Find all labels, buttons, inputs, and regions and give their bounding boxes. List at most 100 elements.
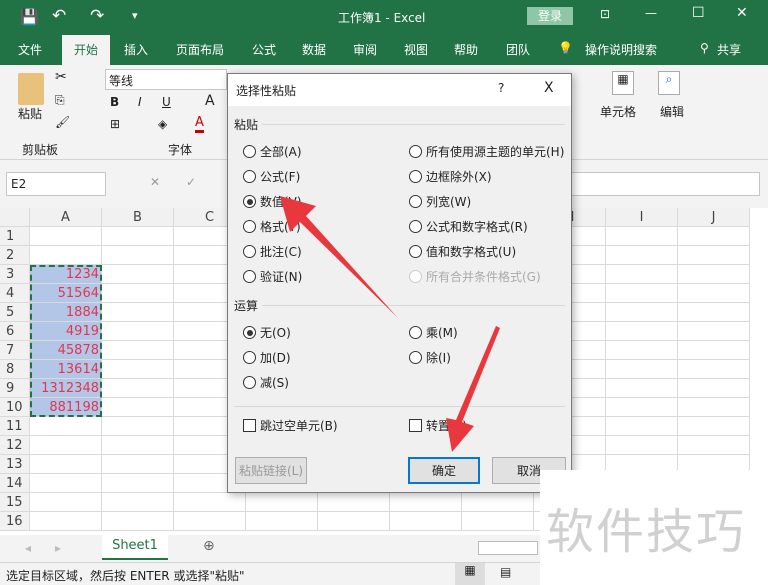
column-header-B[interactable]: B	[102, 208, 174, 227]
cell-I12[interactable]	[606, 436, 678, 455]
row-header-11[interactable]: 11	[0, 417, 30, 436]
column-header-I[interactable]: I	[606, 208, 678, 227]
enter-formula-icon[interactable]: ✓	[186, 175, 196, 189]
save-icon[interactable]: 💾	[20, 8, 39, 26]
option-paste-right-5[interactable]: 所有合并条件格式(G)	[409, 268, 541, 285]
cell-A12[interactable]	[30, 436, 102, 455]
row-header-9[interactable]: 9	[0, 379, 30, 398]
cell-I8[interactable]	[606, 360, 678, 379]
cell-B16[interactable]	[102, 512, 174, 531]
redo-icon[interactable]: ↷	[90, 6, 104, 26]
cell-B14[interactable]	[102, 474, 174, 493]
option-paste-left-3[interactable]: 格式(T)	[243, 218, 301, 235]
cell-J7[interactable]	[678, 341, 750, 360]
ribbon-display-icon[interactable]: ⊡	[600, 7, 610, 21]
cell-I9[interactable]	[606, 379, 678, 398]
cell-B1[interactable]	[102, 227, 174, 246]
bold-button[interactable]: B	[110, 95, 119, 109]
cell-A13[interactable]	[30, 455, 102, 474]
column-header-A[interactable]: A	[30, 208, 102, 227]
cell-D15[interactable]	[246, 493, 318, 512]
paste-button[interactable]: 粘贴	[18, 105, 42, 122]
cell-C16[interactable]	[174, 512, 246, 531]
option-paste-right-3[interactable]: 公式和数字格式(R)	[409, 218, 528, 235]
cell-J3[interactable]	[678, 265, 750, 284]
cell-I6[interactable]	[606, 322, 678, 341]
option-op-right-1[interactable]: 除(I)	[409, 349, 451, 366]
row-header-2[interactable]: 2	[0, 246, 30, 265]
prev-sheet-icon[interactable]: ◂	[25, 541, 31, 555]
undo-icon[interactable]: ↶	[52, 6, 66, 26]
option-paste-right-4[interactable]: 值和数字格式(U)	[409, 243, 516, 260]
name-box[interactable]: E2	[6, 172, 106, 196]
cell-B9[interactable]	[102, 379, 174, 398]
cell-A15[interactable]	[30, 493, 102, 512]
share-button[interactable]: 共享	[717, 41, 741, 58]
cell-B13[interactable]	[102, 455, 174, 474]
cell-B5[interactable]	[102, 303, 174, 322]
cell-B3[interactable]	[102, 265, 174, 284]
tell-me-search[interactable]: 操作说明搜索	[585, 41, 657, 58]
cell-F16[interactable]	[390, 512, 462, 531]
font-name-select[interactable]: 等线	[105, 69, 227, 90]
tab-formulas[interactable]: 公式	[252, 41, 276, 58]
option-paste-left-5[interactable]: 验证(N)	[243, 268, 302, 285]
editing-button[interactable]: 编辑	[660, 103, 684, 120]
tab-insert[interactable]: 插入	[124, 41, 148, 58]
cell-A14[interactable]	[30, 474, 102, 493]
cells-icon[interactable]: ▦	[612, 71, 634, 95]
cell-G16[interactable]	[462, 512, 534, 531]
format-painter-icon[interactable]: 🖌	[55, 115, 70, 129]
cell-I4[interactable]	[606, 284, 678, 303]
tab-data[interactable]: 数据	[302, 41, 326, 58]
cell-I1[interactable]	[606, 227, 678, 246]
tab-file[interactable]: 文件	[18, 41, 42, 58]
next-sheet-icon[interactable]: ▸	[55, 541, 61, 555]
cell-J10[interactable]	[678, 398, 750, 417]
option-paste-right-1[interactable]: 边框除外(X)	[409, 168, 492, 185]
cells-button[interactable]: 单元格	[600, 103, 636, 120]
cell-C15[interactable]	[174, 493, 246, 512]
row-header-7[interactable]: 7	[0, 341, 30, 360]
cell-G15[interactable]	[462, 493, 534, 512]
cell-B8[interactable]	[102, 360, 174, 379]
cell-I3[interactable]	[606, 265, 678, 284]
option-op-left-1[interactable]: 加(D)	[243, 349, 291, 366]
tab-team[interactable]: 团队	[506, 41, 530, 58]
ok-button[interactable]: 确定	[408, 457, 480, 484]
tab-page-layout[interactable]: 页面布局	[176, 41, 224, 58]
row-header-14[interactable]: 14	[0, 474, 30, 493]
select-all-corner[interactable]	[0, 208, 30, 227]
cell-B10[interactable]	[102, 398, 174, 417]
cell-B11[interactable]	[102, 417, 174, 436]
login-button[interactable]: 登录	[527, 7, 573, 25]
normal-view-icon[interactable]: ▦	[455, 563, 485, 585]
cell-B2[interactable]	[102, 246, 174, 265]
cell-J1[interactable]	[678, 227, 750, 246]
option-paste-left-1[interactable]: 公式(F)	[243, 168, 300, 185]
copy-icon[interactable]: ⎘	[55, 93, 65, 108]
cell-J4[interactable]	[678, 284, 750, 303]
row-header-8[interactable]: 8	[0, 360, 30, 379]
maximize-icon[interactable]: ☐	[692, 5, 705, 21]
row-header-1[interactable]: 1	[0, 227, 30, 246]
cell-J9[interactable]	[678, 379, 750, 398]
row-header-4[interactable]: 4	[0, 284, 30, 303]
underline-button[interactable]: U	[162, 95, 171, 109]
cell-I11[interactable]	[606, 417, 678, 436]
row-header-3[interactable]: 3	[0, 265, 30, 284]
cell-J11[interactable]	[678, 417, 750, 436]
cell-A16[interactable]	[30, 512, 102, 531]
row-header-12[interactable]: 12	[0, 436, 30, 455]
dialog-close-button[interactable]: X	[544, 80, 554, 96]
option-op-left-2[interactable]: 减(S)	[243, 374, 289, 391]
cell-I2[interactable]	[606, 246, 678, 265]
cell-J2[interactable]	[678, 246, 750, 265]
cell-J12[interactable]	[678, 436, 750, 455]
horizontal-scrollbar[interactable]	[478, 541, 538, 555]
option-paste-right-2[interactable]: 列宽(W)	[409, 193, 471, 210]
borders-icon[interactable]: ⊞	[110, 117, 120, 131]
cell-E16[interactable]	[318, 512, 390, 531]
tab-review[interactable]: 审阅	[353, 41, 377, 58]
option-paste-left-4[interactable]: 批注(C)	[243, 243, 302, 260]
